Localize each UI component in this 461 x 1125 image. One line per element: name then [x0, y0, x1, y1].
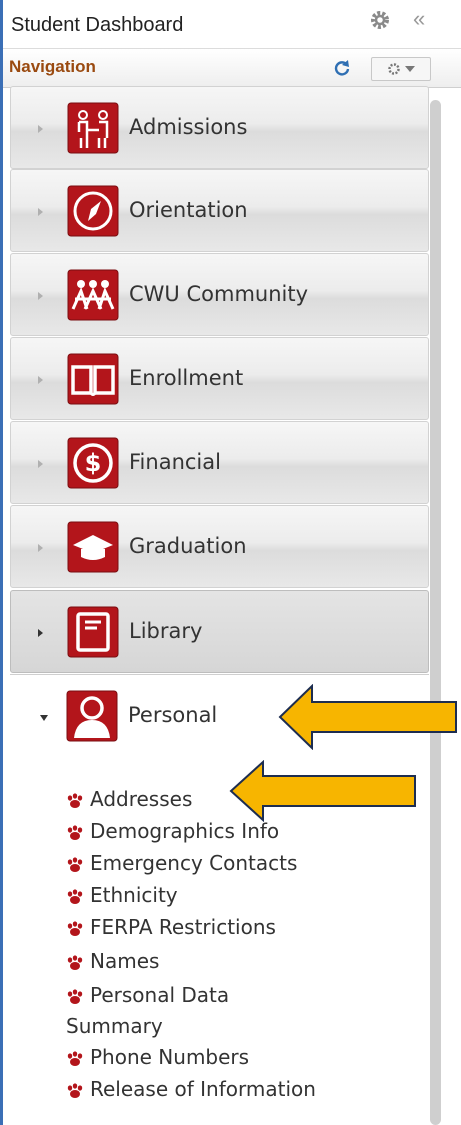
- nav-item-enrollment[interactable]: Enrollment: [10, 337, 429, 420]
- link-label: Personal Data: [90, 983, 230, 1007]
- expand-arrow-icon: [38, 125, 43, 133]
- link-ethnicity[interactable]: Ethnicity: [66, 883, 178, 907]
- callout-arrow-icon: [278, 684, 457, 750]
- nav-item-graduation[interactable]: Graduation: [10, 505, 429, 588]
- link-label-continued[interactable]: Summary: [66, 1014, 163, 1038]
- community-people-icon: [67, 269, 119, 321]
- paw-icon: [67, 988, 83, 1004]
- person-icon: [66, 690, 118, 742]
- expand-arrow-icon: [38, 208, 43, 216]
- expand-arrow-icon: [38, 629, 43, 637]
- people-handshake-icon: [67, 102, 119, 154]
- dollar-icon: $: [67, 437, 119, 489]
- link-names[interactable]: Names: [66, 949, 159, 973]
- link-addresses[interactable]: Addresses: [66, 787, 192, 811]
- nav-item-label: Personal: [128, 703, 218, 727]
- compass-icon: [67, 185, 119, 237]
- expand-arrow-icon: [38, 376, 43, 384]
- nav-item-label: Graduation: [129, 534, 247, 558]
- link-personal-data-summary[interactable]: Personal Data: [66, 983, 229, 1007]
- window-left-border: [0, 0, 3, 1125]
- expand-arrow-icon: [38, 292, 43, 300]
- refresh-icon[interactable]: [333, 59, 351, 77]
- nav-item-label: Financial: [129, 450, 221, 474]
- link-label: Ethnicity: [90, 883, 178, 907]
- graduation-cap-icon: [67, 521, 119, 573]
- paw-icon: [67, 856, 83, 872]
- link-label: Emergency Contacts: [90, 851, 298, 875]
- paw-icon: [67, 792, 83, 808]
- callout-arrow-icon: [229, 760, 416, 822]
- navigation-options-button[interactable]: [371, 57, 431, 81]
- nav-item-cwu-community[interactable]: CWU Community: [10, 253, 429, 336]
- paw-icon: [67, 920, 83, 936]
- gear-icon[interactable]: [369, 9, 391, 31]
- nav-item-label: Library: [129, 619, 203, 643]
- link-label: Phone Numbers: [90, 1045, 250, 1069]
- link-emergency-contacts[interactable]: Emergency Contacts: [66, 851, 297, 875]
- link-label: FERPA Restrictions: [90, 915, 276, 939]
- link-label: Names: [90, 949, 160, 973]
- nav-item-admissions[interactable]: Admissions: [10, 86, 429, 169]
- nav-item-label: Admissions: [129, 115, 248, 139]
- page-title: Student Dashboard: [11, 14, 184, 36]
- nav-item-orientation[interactable]: Orientation: [10, 169, 429, 252]
- scrollbar[interactable]: [430, 100, 441, 1125]
- link-phone-numbers[interactable]: Phone Numbers: [66, 1045, 249, 1069]
- link-release-of-information[interactable]: Release of Information: [66, 1077, 316, 1101]
- paw-icon: [67, 954, 83, 970]
- nav-item-financial[interactable]: $ Financial: [10, 421, 429, 504]
- navigation-label: Navigation: [9, 57, 96, 76]
- nav-item-library[interactable]: Library: [10, 590, 429, 673]
- library-book-icon: [67, 606, 119, 658]
- paw-icon: [67, 888, 83, 904]
- paw-icon: [67, 1082, 83, 1098]
- gear-dropdown-icon: [388, 63, 415, 75]
- link-label: Release of Information: [90, 1077, 316, 1101]
- open-book-icon: [67, 353, 119, 405]
- expand-arrow-icon: [38, 460, 43, 468]
- paw-icon: [67, 1050, 83, 1066]
- expand-arrow-icon: [38, 544, 43, 552]
- dashboard-header: Student Dashboard «: [3, 0, 461, 48]
- link-demographics-info[interactable]: Demographics Info: [66, 819, 279, 843]
- link-label: Demographics Info: [90, 819, 280, 843]
- nav-item-label: Orientation: [129, 198, 248, 222]
- collapse-panel-icon[interactable]: «: [413, 6, 425, 32]
- navigation-bar: Navigation: [3, 48, 461, 88]
- nav-item-label: Enrollment: [129, 366, 244, 390]
- svg-text:$: $: [85, 449, 102, 477]
- link-label: Addresses: [90, 787, 193, 811]
- collapse-arrow-icon: [40, 715, 48, 721]
- paw-icon: [67, 824, 83, 840]
- nav-item-label: CWU Community: [129, 282, 309, 306]
- link-ferpa-restrictions[interactable]: FERPA Restrictions: [66, 915, 276, 939]
